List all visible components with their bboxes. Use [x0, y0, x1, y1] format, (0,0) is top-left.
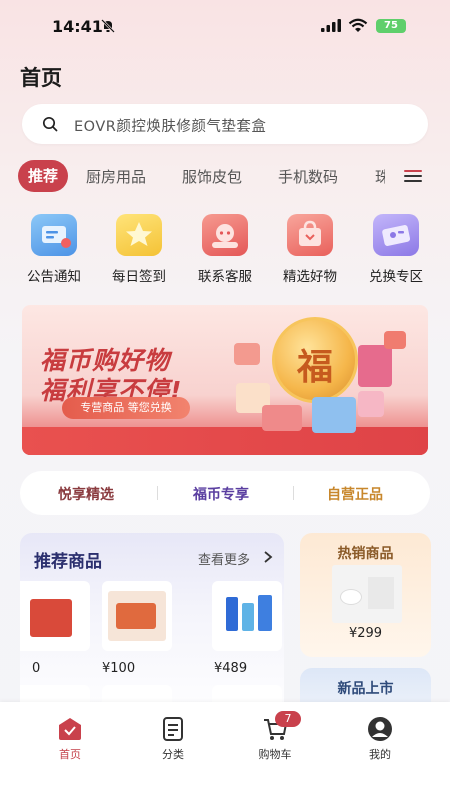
page-title: 首页	[20, 66, 62, 90]
quick-link-selected[interactable]: 精选好物	[278, 214, 342, 285]
product-image	[30, 599, 72, 637]
gift-box-icon	[384, 331, 406, 349]
cart-badge: 7	[275, 711, 301, 727]
nav-label: 我的	[369, 748, 391, 761]
ticket-icon	[373, 214, 419, 256]
tab-kitchen[interactable]: 厨房用品	[86, 166, 146, 187]
search-query: EOVR颜控焕肤修颜气垫套盒	[74, 119, 267, 135]
nav-label: 首页	[59, 748, 81, 761]
category-tabs: 推荐 厨房用品 服饰皮包 手机数码 珠	[0, 160, 450, 196]
tab-digital[interactable]: 手机数码	[278, 166, 338, 187]
quick-link-exchange[interactable]: 兑换专区	[364, 214, 428, 285]
nav-category[interactable]: 分类	[138, 716, 208, 762]
quick-link-label: 联系客服	[198, 269, 252, 285]
product-price: ¥100	[102, 661, 136, 676]
product-price: ¥299	[348, 626, 383, 641]
product-image	[332, 565, 402, 623]
search-icon	[42, 116, 58, 132]
product-image	[116, 603, 156, 629]
hot-sale-card[interactable]: 热销商品 ¥299	[300, 533, 431, 657]
divider	[157, 486, 158, 500]
gift-box-icon	[262, 405, 302, 431]
wifi-icon	[348, 18, 368, 32]
quick-link-label: 兑换专区	[369, 269, 423, 285]
announcement-icon	[31, 214, 77, 256]
search-input[interactable]: EOVR颜控焕肤修颜气垫套盒	[22, 104, 428, 144]
tab-apparel[interactable]: 服饰皮包	[182, 166, 242, 187]
view-more-link[interactable]: 查看更多	[198, 549, 250, 568]
battery-level: 75	[384, 20, 398, 31]
product-image	[258, 595, 272, 631]
section-title: 热销商品	[337, 546, 394, 562]
coin-character: 福	[296, 347, 333, 388]
product-card[interactable]	[212, 581, 282, 651]
tab-recommend[interactable]: 推荐	[18, 160, 68, 192]
feature-tab-coin-exclusive[interactable]: 福币专享	[193, 484, 249, 504]
section-title: 新品上市	[337, 681, 394, 697]
banner-footer	[22, 427, 428, 455]
quick-link-label: 精选好物	[283, 269, 337, 285]
quick-link-announcement[interactable]: 公告通知	[22, 214, 86, 285]
battery-icon: 75	[376, 19, 406, 33]
feature-tab-self-operated[interactable]: 自营正品	[327, 484, 383, 504]
bottom-nav: 首页 分类 购物车 我的	[0, 702, 450, 800]
feature-tab-selected[interactable]: 悦享精选	[58, 484, 114, 504]
signal-icon	[321, 19, 341, 32]
category-menu-icon[interactable]	[404, 170, 422, 182]
product-image	[368, 577, 394, 609]
quick-link-label: 公告通知	[27, 269, 81, 285]
user-icon	[367, 716, 393, 742]
divider	[293, 486, 294, 500]
shopping-bag-icon	[287, 214, 333, 256]
status-time: 14:41	[52, 17, 103, 36]
chevron-right-icon[interactable]	[263, 550, 273, 564]
product-price: 0	[32, 661, 41, 676]
nav-home[interactable]: 首页	[35, 716, 105, 762]
feature-tabs: 悦享精选 福币专享 自营正品	[20, 471, 430, 515]
quick-link-service[interactable]: 联系客服	[193, 214, 257, 285]
bell-off-icon	[101, 19, 115, 33]
gift-box-icon	[312, 397, 356, 433]
star-icon	[116, 214, 162, 256]
nav-profile[interactable]: 我的	[345, 716, 415, 762]
quick-link-label: 每日签到	[112, 269, 166, 285]
product-card[interactable]	[102, 581, 172, 651]
home-icon	[57, 716, 83, 742]
status-bar: 14:41 75	[0, 0, 450, 52]
customer-service-icon	[202, 214, 248, 256]
product-price: ¥489	[214, 661, 248, 676]
product-image	[340, 589, 362, 605]
recommend-section: 推荐商品 查看更多 0 ¥100 ¥489	[20, 533, 284, 723]
banner-cta[interactable]: 专营商品 等您兑换	[62, 397, 190, 419]
product-card[interactable]	[20, 581, 90, 651]
list-icon	[160, 716, 186, 742]
section-title: 推荐商品	[34, 552, 102, 572]
promo-banner[interactable]: 福币购好物 福利享不停! 专营商品 等您兑换 福	[22, 305, 428, 455]
camera-icon	[234, 343, 260, 365]
quick-link-checkin[interactable]: 每日签到	[107, 214, 171, 285]
fu-coin-icon: 福	[272, 317, 358, 403]
nav-label: 分类	[162, 748, 184, 761]
tab-jewelry[interactable]: 珠	[375, 166, 385, 187]
product-image	[226, 597, 238, 631]
bag-icon	[358, 345, 392, 387]
nav-label: 购物车	[258, 748, 292, 761]
product-image	[242, 603, 254, 631]
watch-icon	[358, 391, 384, 417]
